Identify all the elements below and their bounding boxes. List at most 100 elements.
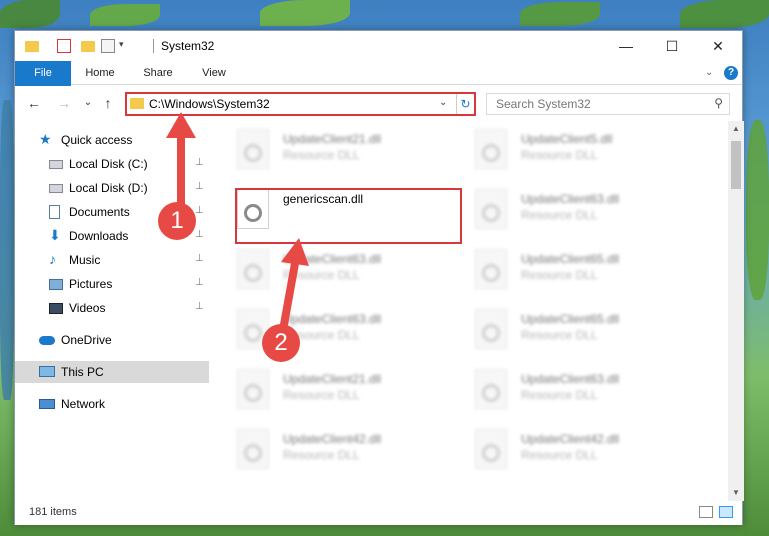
- file-type: Resource DLL: [283, 388, 360, 402]
- pin-icon: ⊥: [195, 253, 204, 264]
- file-type: Resource DLL: [283, 448, 360, 462]
- nav-item-videos[interactable]: Videos ⊥: [15, 297, 209, 319]
- tab-view[interactable]: View: [193, 61, 235, 85]
- nav-item-pictures[interactable]: Pictures ⊥: [15, 273, 209, 295]
- nav-item-label: Local Disk (D:): [69, 181, 148, 195]
- properties-icon[interactable]: [57, 39, 71, 53]
- file-name: UpdateClient63.dll: [283, 252, 382, 266]
- dll-file-icon: [475, 189, 507, 229]
- file-name: UpdateClient63.dll: [521, 372, 620, 386]
- background-leaf: [680, 0, 769, 28]
- title-bar: ▾ System32 — ☐ ✕: [15, 31, 742, 61]
- tab-home[interactable]: Home: [77, 61, 123, 85]
- back-button[interactable]: ←: [25, 95, 43, 111]
- minimize-button[interactable]: —: [603, 31, 649, 61]
- nav-item-label: Documents: [69, 205, 130, 219]
- pin-icon: ⊥: [195, 205, 204, 216]
- file-type: Resource DLL: [283, 148, 360, 162]
- up-button[interactable]: ↑: [99, 95, 117, 111]
- title-separator: [153, 39, 154, 53]
- nav-item-label: This PC: [61, 365, 104, 379]
- navigation-pane: ★ Quick access Local Disk (C:) ⊥ Local D…: [15, 121, 209, 501]
- navigation-bar: ← → ⌄ ↑ C:\Windows\System32 ⌄ ↻ Search S…: [15, 86, 742, 120]
- nav-item-label: Local Disk (C:): [69, 157, 148, 171]
- pin-icon: ⊥: [195, 301, 204, 312]
- pin-icon: ⊥: [195, 181, 204, 192]
- file-item[interactable]: UpdateClient42.dll Resource DLL: [447, 423, 677, 475]
- maximize-button[interactable]: ☐: [649, 31, 695, 61]
- drive-icon: [49, 160, 63, 169]
- nav-item-local-disk-c[interactable]: Local Disk (C:) ⊥: [15, 153, 209, 175]
- help-icon[interactable]: ?: [724, 66, 738, 80]
- file-item[interactable]: UpdateClient5.dll Resource DLL: [447, 123, 677, 175]
- file-type: Resource DLL: [521, 388, 598, 402]
- nav-item-label: Quick access: [61, 133, 133, 147]
- folder-icon: [130, 98, 144, 109]
- search-input[interactable]: Search System32 ⚲: [486, 93, 730, 115]
- file-item[interactable]: UpdateClient21.dll Resource DLL: [209, 363, 439, 415]
- details-view-icon[interactable]: [699, 506, 713, 518]
- documents-icon: [49, 205, 60, 219]
- nav-item-music[interactable]: ♪ Music ⊥: [15, 249, 209, 271]
- search-icon[interactable]: ⚲: [714, 96, 723, 110]
- pictures-icon: [49, 279, 63, 290]
- background-leaf: [260, 0, 350, 26]
- refresh-button[interactable]: ↻: [456, 94, 474, 114]
- file-type: Resource DLL: [521, 448, 598, 462]
- forward-button[interactable]: →: [55, 95, 73, 111]
- pin-icon: ⊥: [195, 157, 204, 168]
- gear-icon: [482, 324, 500, 342]
- scroll-down-arrow-icon[interactable]: ▼: [728, 485, 744, 501]
- customize-quick-access-icon[interactable]: [101, 39, 115, 53]
- download-icon: ⬇: [49, 227, 61, 243]
- large-icons-view-icon[interactable]: [719, 506, 733, 518]
- file-type: Resource DLL: [283, 268, 360, 282]
- gear-icon: [482, 444, 500, 462]
- address-bar[interactable]: C:\Windows\System32 ⌄ ↻: [125, 92, 476, 116]
- file-name: UpdateClient65.dll: [521, 312, 620, 326]
- file-name: UpdateClient63.dll: [521, 192, 620, 206]
- file-type: Resource DLL: [521, 268, 598, 282]
- scroll-up-arrow-icon[interactable]: ▲: [728, 121, 744, 137]
- file-item[interactable]: UpdateClient65.dll Resource DLL: [447, 243, 677, 295]
- file-item[interactable]: UpdateClient42.dll Resource DLL: [209, 423, 439, 475]
- drive-icon: [49, 184, 63, 193]
- gear-icon: [482, 264, 500, 282]
- nav-item-label: OneDrive: [61, 333, 112, 347]
- file-type: Resource DLL: [521, 328, 598, 342]
- new-folder-icon[interactable]: [81, 41, 95, 52]
- nav-item-quick-access[interactable]: ★ Quick access: [15, 129, 209, 151]
- file-item[interactable]: UpdateClient63.dll Resource DLL: [209, 303, 439, 355]
- tab-share[interactable]: Share: [135, 61, 181, 85]
- background-leaf: [0, 100, 14, 400]
- quick-access-dropdown-icon[interactable]: ▾: [119, 39, 133, 53]
- nav-item-network[interactable]: Network: [15, 393, 209, 415]
- file-item[interactable]: UpdateClient65.dll Resource DLL: [447, 303, 677, 355]
- vertical-scrollbar[interactable]: ▲ ▼: [728, 121, 744, 501]
- star-icon: ★: [39, 131, 52, 147]
- chevron-down-icon[interactable]: ⌄: [439, 97, 447, 108]
- file-item[interactable]: UpdateClient63.dll Resource DLL: [209, 243, 439, 295]
- nav-item-this-pc[interactable]: This PC: [15, 361, 209, 383]
- close-button[interactable]: ✕: [695, 31, 741, 61]
- gear-icon: [244, 444, 262, 462]
- window-title: System32: [161, 39, 215, 53]
- file-type: Resource DLL: [521, 208, 598, 222]
- callout-2: 2: [262, 324, 300, 362]
- nav-item-label: Music: [69, 253, 101, 267]
- music-icon: ♪: [49, 251, 56, 267]
- background-leaf: [746, 120, 769, 300]
- file-item[interactable]: UpdateClient63.dll Resource DLL: [447, 183, 677, 235]
- address-path[interactable]: C:\Windows\System32: [149, 97, 270, 111]
- file-list: UpdateClient21.dll Resource DLL UpdateCl…: [209, 121, 728, 501]
- file-item[interactable]: UpdateClient21.dll Resource DLL: [209, 123, 439, 175]
- folder-icon: [25, 41, 39, 52]
- dll-file-icon: [475, 309, 507, 349]
- nav-item-local-disk-d[interactable]: Local Disk (D:) ⊥: [15, 177, 209, 199]
- expand-ribbon-icon[interactable]: ⌄: [705, 67, 713, 78]
- nav-item-label: Downloads: [69, 229, 129, 243]
- file-item[interactable]: UpdateClient63.dll Resource DLL: [447, 363, 677, 415]
- scrollbar-thumb[interactable]: [731, 141, 741, 189]
- nav-item-onedrive[interactable]: OneDrive: [15, 329, 209, 351]
- recent-locations-button[interactable]: ⌄: [79, 97, 97, 108]
